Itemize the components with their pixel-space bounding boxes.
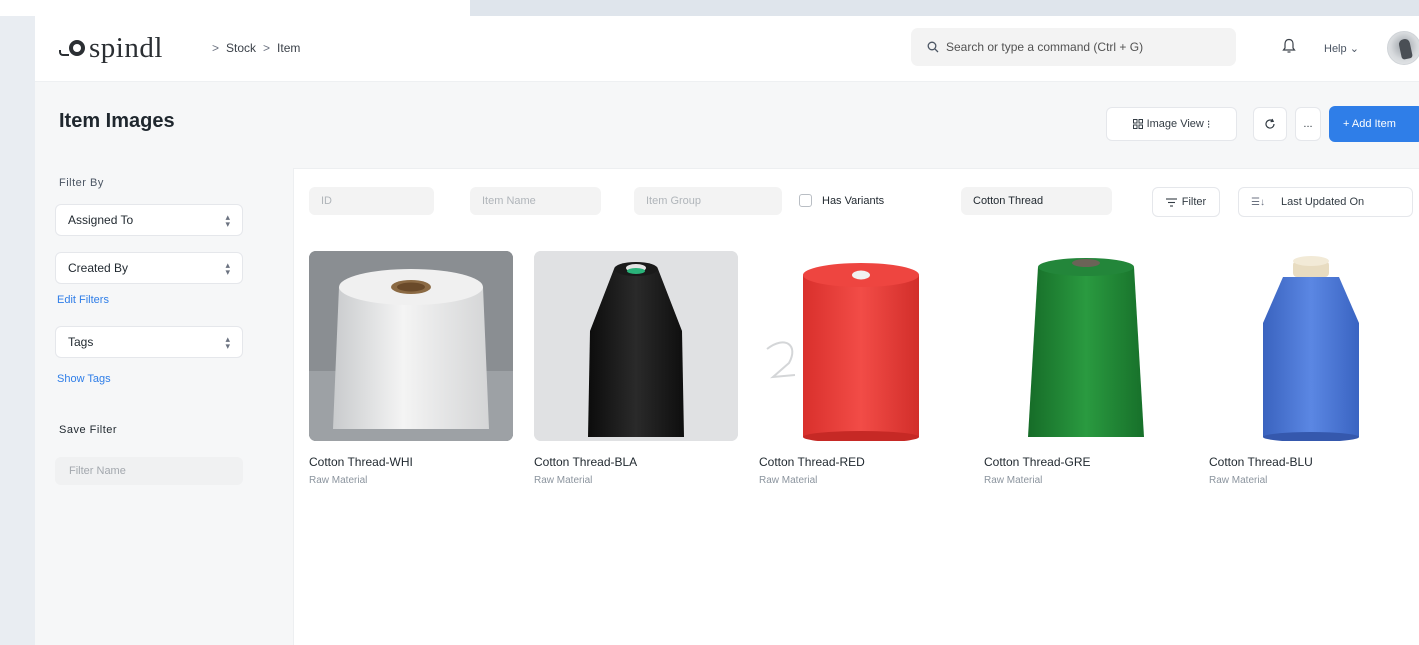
chevron-down-icon: ⌄ — [1349, 43, 1359, 55]
search-icon — [927, 41, 939, 53]
item-image[interactable] — [534, 251, 738, 441]
refresh-icon — [1265, 118, 1275, 129]
has-variants-label: Has Variants — [822, 194, 885, 207]
item-group-filter-input[interactable] — [634, 187, 782, 215]
sort-order-icon[interactable]: ☰↓ — [1251, 197, 1265, 208]
select-arrows-icon: ▴ ▾ — [225, 260, 230, 277]
sort-label: Last Updated On — [1280, 196, 1365, 208]
item-image[interactable] — [1209, 251, 1413, 441]
navbar: spindl > Stock > Item Search or type a c… — [35, 16, 1419, 82]
search-bar[interactable]: Search or type a command (Ctrl + G) — [911, 28, 1236, 66]
top-strip-left — [0, 0, 470, 16]
breadcrumb-stock[interactable]: Stock — [226, 41, 256, 55]
logo[interactable]: spindl — [59, 33, 163, 63]
view-switcher-label: Image View — [1146, 118, 1204, 130]
item-card[interactable]: Cotton Thread-RED Raw Material — [759, 251, 963, 486]
show-tags-link[interactable]: Show Tags — [57, 373, 111, 385]
item-group: Raw Material — [309, 475, 368, 486]
item-title[interactable]: Cotton Thread-BLA — [534, 455, 738, 469]
has-variants-filter[interactable]: Has Variants — [799, 194, 884, 207]
top-strip-right — [470, 0, 1419, 16]
add-item-button[interactable]: + Add Item — [1329, 106, 1419, 142]
assigned-to-select[interactable]: Assigned To ▴ ▾ — [55, 204, 243, 236]
logo-mark-icon — [59, 37, 89, 59]
item-group: Raw Material — [759, 475, 818, 486]
item-card[interactable]: Cotton Thread-WHI Raw Material — [309, 251, 513, 486]
tags-select[interactable]: Tags ▴ ▾ — [55, 326, 243, 358]
breadcrumb-separator: > — [263, 41, 271, 55]
item-title[interactable]: Cotton Thread-WHI — [309, 455, 513, 469]
has-variants-checkbox[interactable] — [799, 194, 812, 207]
refresh-button[interactable] — [1253, 107, 1287, 141]
id-filter-input[interactable] — [309, 187, 434, 215]
filter-name-input[interactable] — [55, 457, 243, 485]
grid-icon — [1132, 119, 1143, 129]
image-view-panel: Has Variants Filter ☰↓ Last Updated On — [293, 168, 1419, 645]
filter-button[interactable]: Filter — [1152, 187, 1220, 217]
item-card[interactable]: Cotton Thread-GRE Raw Material — [984, 251, 1188, 486]
select-arrows-icon: ▴ ▾ — [225, 212, 230, 229]
app-window: spindl > Stock > Item Search or type a c… — [35, 16, 1419, 645]
item-title[interactable]: Cotton Thread-RED — [759, 455, 963, 469]
assigned-to-label: Assigned To — [68, 213, 134, 227]
help-label: Help — [1324, 43, 1347, 55]
search-placeholder: Search or type a command (Ctrl + G) — [946, 40, 1144, 54]
sort-button[interactable]: ☰↓ Last Updated On — [1238, 187, 1413, 217]
more-actions-button[interactable]: ... — [1295, 107, 1321, 141]
logo-text: spindl — [89, 32, 163, 64]
save-filter-heading: Save Filter — [59, 424, 118, 436]
breadcrumb-separator: > — [212, 41, 220, 55]
filter-icon — [1165, 197, 1177, 207]
item-group: Raw Material — [1209, 475, 1268, 486]
tags-label: Tags — [68, 335, 94, 349]
item-title[interactable]: Cotton Thread-BLU — [1209, 455, 1413, 469]
help-dropdown[interactable]: Help ⌄ — [1324, 42, 1359, 55]
page-title: Item Images — [59, 110, 175, 132]
created-by-label: Created By — [68, 261, 129, 275]
filter-by-heading: Filter By — [59, 177, 104, 189]
item-group: Raw Material — [984, 475, 1043, 486]
edit-filters-link[interactable]: Edit Filters — [57, 294, 109, 306]
item-name-filter-input[interactable] — [470, 187, 601, 215]
avatar[interactable] — [1387, 31, 1419, 65]
item-card[interactable]: Cotton Thread-BLA Raw Material — [534, 251, 738, 486]
cotton-thread-filter-input[interactable] — [961, 187, 1112, 215]
select-arrows-icon: ⁝ — [1203, 118, 1211, 131]
more-icon: ... — [1303, 118, 1313, 130]
item-image[interactable] — [984, 251, 1188, 441]
select-arrows-icon: ▴ ▾ — [225, 334, 230, 351]
item-card[interactable]: Cotton Thread-BLU Raw Material — [1209, 251, 1413, 486]
item-group: Raw Material — [534, 475, 593, 486]
item-image[interactable] — [759, 251, 963, 441]
item-image[interactable] — [309, 251, 513, 441]
breadcrumb-item[interactable]: Item — [277, 41, 300, 55]
breadcrumb: > Stock > Item — [205, 41, 300, 55]
item-title[interactable]: Cotton Thread-GRE — [984, 455, 1188, 469]
filter-label: Filter — [1181, 196, 1207, 208]
created-by-select[interactable]: Created By ▴ ▾ — [55, 252, 243, 284]
notification-bell-icon[interactable] — [1282, 38, 1296, 59]
view-switcher-button[interactable]: Image View ⁝ — [1106, 107, 1237, 141]
